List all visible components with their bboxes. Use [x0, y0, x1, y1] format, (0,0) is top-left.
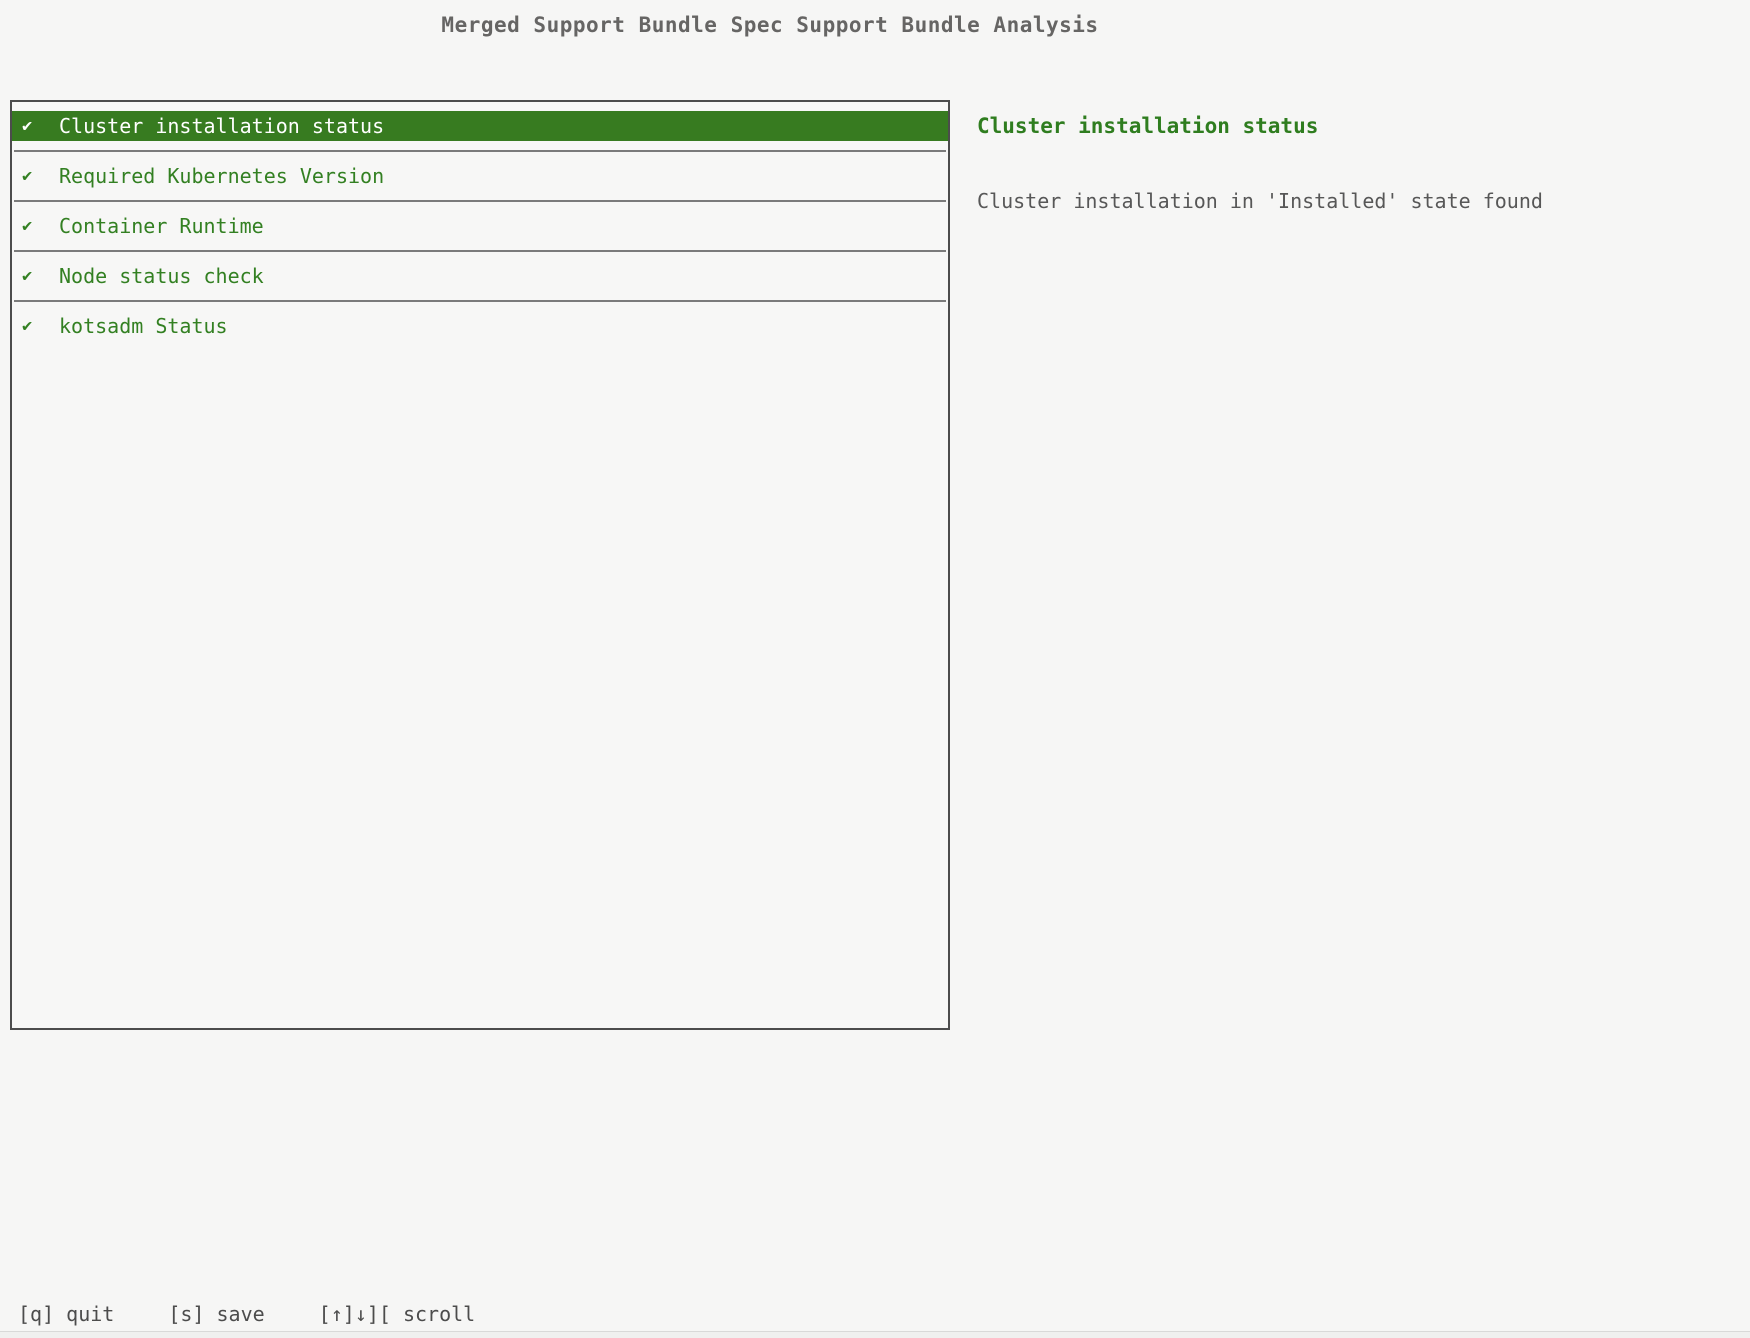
save-hint: [s] save	[168, 1300, 264, 1328]
quit-hint: [q] quit	[18, 1300, 114, 1328]
separator	[14, 200, 946, 202]
analyzer-item-kotsadm-status[interactable]: ✔ kotsadm Status	[12, 311, 948, 341]
check-icon: ✔	[22, 116, 48, 136]
check-icon: ✔	[22, 166, 48, 186]
analyzer-item-label: Required Kubernetes Version	[59, 164, 384, 188]
separator	[14, 300, 946, 302]
check-icon: ✔	[22, 316, 48, 336]
keybinding-footer: [q] quit [s] save [↑]↓][ scroll	[18, 1300, 475, 1328]
detail-message: Cluster installation in 'Installed' stat…	[977, 186, 1543, 216]
analyzer-item-label: kotsadm Status	[59, 314, 228, 338]
terminal-screen: Merged Support Bundle Spec Support Bundl…	[0, 0, 1750, 1338]
analyzer-item-label: Cluster installation status	[59, 114, 384, 138]
analyzer-item-label: Container Runtime	[59, 214, 264, 238]
separator	[14, 250, 946, 252]
check-icon: ✔	[22, 266, 48, 286]
analyzer-item-node-status-check[interactable]: ✔ Node status check	[12, 261, 948, 291]
analyzer-item-container-runtime[interactable]: ✔ Container Runtime	[12, 211, 948, 241]
separator	[14, 150, 946, 152]
analyzer-item-cluster-installation-status[interactable]: ✔ Cluster installation status	[12, 111, 948, 141]
analyzer-item-required-kubernetes-version[interactable]: ✔ Required Kubernetes Version	[12, 161, 948, 191]
window-bottom-edge	[0, 1331, 1750, 1338]
analyzer-list: ✔ Cluster installation status ✔ Required…	[10, 100, 950, 1030]
check-icon: ✔	[22, 216, 48, 236]
page-title: Merged Support Bundle Spec Support Bundl…	[0, 13, 1540, 37]
detail-heading: Cluster installation status	[977, 111, 1318, 141]
analyzer-item-label: Node status check	[59, 264, 264, 288]
scroll-hint: [↑]↓][ scroll	[319, 1300, 476, 1328]
